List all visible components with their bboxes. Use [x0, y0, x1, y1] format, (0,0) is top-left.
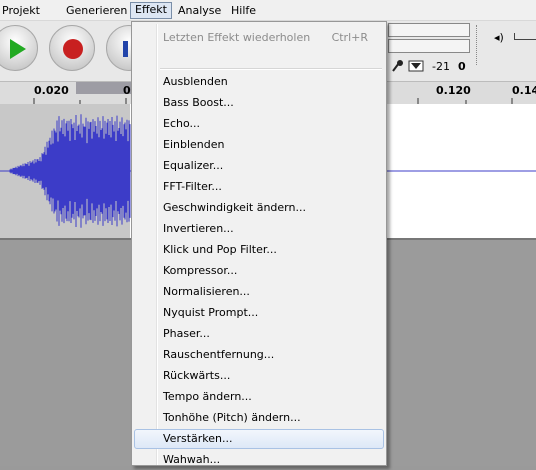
menu-item-label: Normalisieren...: [163, 285, 250, 298]
menu-item-label: Tempo ändern...: [163, 390, 252, 403]
repeat-last-effect-shortcut: Ctrl+R: [331, 31, 368, 44]
menu-item-label: Wahwah...: [163, 453, 221, 466]
menu-separator: [160, 68, 382, 70]
effect-tempo-aendern[interactable]: Tempo ändern...: [134, 387, 384, 407]
record-button[interactable]: [49, 25, 95, 71]
meter-value-a: -21: [432, 60, 450, 73]
menu-analyse[interactable]: Analyse: [174, 3, 225, 18]
effect-phaser[interactable]: Phaser...: [134, 324, 384, 344]
menu-item-label: FFT-Filter...: [163, 180, 222, 193]
menu-bar: Projekt Generieren Effekt Analyse Hilfe: [0, 0, 536, 21]
menu-projekt[interactable]: Projekt: [0, 3, 44, 18]
effect-klick-pop-filter[interactable]: Klick und Pop Filter...: [134, 240, 384, 260]
menu-generieren[interactable]: Generieren: [62, 3, 131, 18]
menu-item-label: Kompressor...: [163, 264, 238, 277]
volume-slider[interactable]: [514, 33, 536, 40]
menu-item-label: Geschwindigkeit ändern...: [163, 201, 306, 214]
effect-tonhoehe-aendern[interactable]: Tonhöhe (Pitch) ändern...: [134, 408, 384, 428]
level-meters: ◂) -21 0: [388, 21, 536, 81]
effect-fft-filter[interactable]: FFT-Filter...: [134, 177, 384, 197]
menu-item-label: Equalizer...: [163, 159, 224, 172]
effect-equalizer[interactable]: Equalizer...: [134, 156, 384, 176]
effect-wahwah[interactable]: Wahwah...: [134, 450, 384, 470]
menu-item-label: Echo...: [163, 117, 200, 130]
menu-item-label: Tonhöhe (Pitch) ändern...: [163, 411, 301, 424]
menu-item-label: Bass Boost...: [163, 96, 234, 109]
toolbar-grip: [476, 25, 487, 65]
menu-effekt[interactable]: Effekt: [130, 2, 172, 19]
effect-rueckwaerts[interactable]: Rückwärts...: [134, 366, 384, 386]
output-meter: [388, 23, 470, 37]
effect-menu-dropdown: Letzten Effekt wiederholen Ctrl+R Ausble…: [131, 21, 387, 466]
effect-einblenden[interactable]: Einblenden: [134, 135, 384, 155]
effect-ausblenden[interactable]: Ausblenden: [134, 72, 384, 92]
menu-item-label: Klick und Pop Filter...: [163, 243, 277, 256]
effect-echo[interactable]: Echo...: [134, 114, 384, 134]
menu-item-label: Verstärken...: [163, 432, 233, 445]
menu-item-label: Rauschentfernung...: [163, 348, 275, 361]
menu-item-label: Einblenden: [163, 138, 225, 151]
menu-item-label: Rückwärts...: [163, 369, 231, 382]
play-button[interactable]: [0, 25, 38, 71]
speaker-icon: ◂): [494, 31, 504, 44]
menu-item-label: Nyquist Prompt...: [163, 306, 259, 319]
effect-rauschentfernung[interactable]: Rauschentfernung...: [134, 345, 384, 365]
effect-invertieren[interactable]: Invertieren...: [134, 219, 384, 239]
input-meter: [388, 39, 470, 53]
effect-kompressor[interactable]: Kompressor...: [134, 261, 384, 281]
repeat-last-effect-label: Letzten Effekt wiederholen: [163, 31, 311, 44]
effect-verstaerken[interactable]: Verstärken...: [134, 429, 384, 449]
mic-icon: [392, 60, 424, 72]
repeat-last-effect: Letzten Effekt wiederholen Ctrl+R: [134, 28, 384, 48]
effect-geschwindigkeit[interactable]: Geschwindigkeit ändern...: [134, 198, 384, 218]
menu-item-label: Phaser...: [163, 327, 210, 340]
record-icon: [63, 39, 83, 59]
menu-item-label: Invertieren...: [163, 222, 234, 235]
meter-value-b: 0: [458, 60, 466, 73]
menu-hilfe[interactable]: Hilfe: [227, 3, 260, 18]
effect-bass-boost[interactable]: Bass Boost...: [134, 93, 384, 113]
effect-normalisieren[interactable]: Normalisieren...: [134, 282, 384, 302]
play-icon: [10, 39, 26, 59]
effect-nyquist-prompt[interactable]: Nyquist Prompt...: [134, 303, 384, 323]
menu-item-label: Ausblenden: [163, 75, 228, 88]
